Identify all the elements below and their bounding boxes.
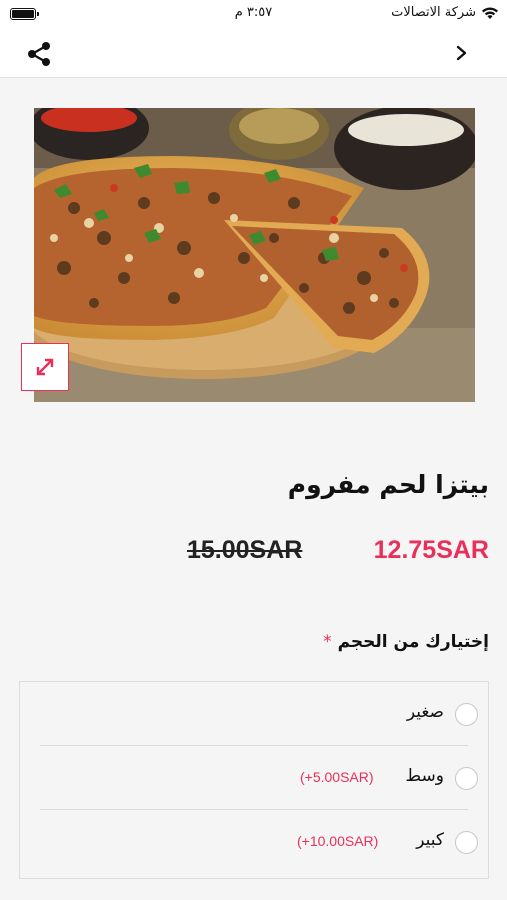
- status-carrier-group: شركة الاتصالات: [391, 5, 499, 20]
- radio-button[interactable]: [455, 703, 478, 726]
- price-original: 15.00SAR: [187, 536, 303, 564]
- expand-icon: [36, 358, 54, 376]
- size-section-title: إختيارك من الحجم *: [319, 632, 489, 652]
- radio-button[interactable]: [455, 767, 478, 790]
- option-extra-price: (+10.00SAR): [297, 833, 379, 849]
- size-option-small[interactable]: صغير: [40, 682, 478, 746]
- option-label: وسط: [405, 766, 444, 786]
- option-label: صغير: [406, 702, 444, 722]
- size-option-large[interactable]: كبير (+10.00SAR): [40, 810, 478, 874]
- size-options-list: صغير وسط (+5.00SAR) كبير (+10.00SAR): [19, 681, 489, 879]
- size-option-medium[interactable]: وسط (+5.00SAR): [40, 746, 478, 810]
- price-current: 12.75SAR: [373, 536, 489, 564]
- option-extra-price: (+5.00SAR): [300, 769, 374, 785]
- chevron-right-icon[interactable]: [451, 42, 473, 64]
- expand-image-button[interactable]: [21, 343, 69, 391]
- radio-button[interactable]: [455, 831, 478, 854]
- product-title: بيتزا لحم مفروم: [287, 470, 489, 499]
- size-title-text: إختيارك من الحجم: [337, 632, 489, 652]
- nav-bar: [0, 28, 507, 78]
- share-icon[interactable]: [26, 40, 54, 68]
- required-marker: *: [323, 632, 332, 652]
- product-image[interactable]: [34, 108, 475, 402]
- wifi-icon: [482, 6, 498, 19]
- option-label: كبير: [416, 830, 444, 850]
- status-bar: ٣:٥٧ م شركة الاتصالات: [0, 0, 507, 28]
- carrier-name: شركة الاتصالات: [391, 5, 476, 20]
